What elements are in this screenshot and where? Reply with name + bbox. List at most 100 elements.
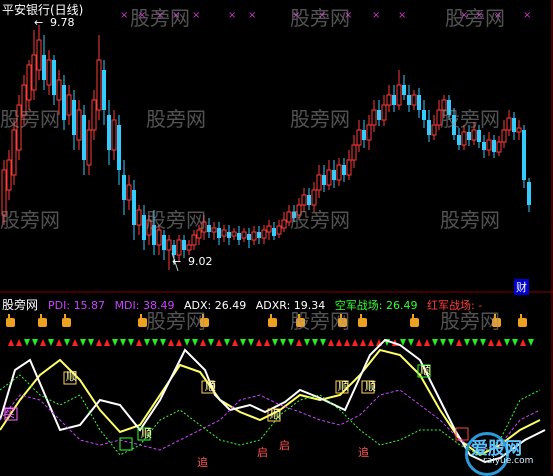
candle-body xyxy=(356,129,362,146)
candle-body xyxy=(82,115,86,160)
candle-body xyxy=(501,129,507,143)
signal-label: 顺 xyxy=(365,380,376,393)
mdi-label: MDI: xyxy=(114,299,140,312)
candle-body xyxy=(496,141,502,153)
signal-label: 顺 xyxy=(270,408,281,421)
candle-body xyxy=(482,142,486,150)
candle-body xyxy=(217,228,221,238)
candle-body xyxy=(402,85,406,95)
candle-body xyxy=(11,129,17,176)
mdi-value: 38.49 xyxy=(142,299,175,312)
red-army-label: 红军战场: xyxy=(427,299,475,312)
candle-body xyxy=(111,119,117,151)
finance-badge[interactable]: 财 xyxy=(514,279,529,295)
candle-body xyxy=(492,140,496,152)
watermark: 股旁网 xyxy=(440,208,500,232)
candle-body xyxy=(237,233,241,240)
hand-icon xyxy=(38,318,47,327)
svg-text:←: ← xyxy=(172,255,181,268)
watermark: 股旁网 xyxy=(290,6,350,30)
watermark: 股旁网 xyxy=(445,6,505,30)
candle-body xyxy=(316,174,322,191)
hand-icon-finger xyxy=(360,314,362,319)
candle-body xyxy=(322,175,326,185)
candle-body xyxy=(422,110,426,120)
hand-icon-finger xyxy=(520,314,522,319)
candle-body xyxy=(86,129,92,166)
hand-icon xyxy=(268,318,277,327)
candle-body xyxy=(311,189,317,206)
candle-body xyxy=(31,54,37,91)
candle-body xyxy=(371,109,377,126)
candle-body xyxy=(91,99,97,131)
candle-body xyxy=(276,225,282,235)
candle-body xyxy=(231,231,237,237)
candle-body xyxy=(66,94,72,116)
candle-body xyxy=(261,229,267,239)
candle-body xyxy=(326,169,332,186)
air-force-value: 26.49 xyxy=(386,299,418,312)
hand-icon-finger xyxy=(270,314,272,319)
candle-body xyxy=(176,239,182,256)
candle-body xyxy=(182,240,186,250)
candle-body xyxy=(186,244,192,251)
low-price-label: 9.02 xyxy=(188,255,213,268)
candle-body xyxy=(136,209,142,226)
candle-body xyxy=(62,85,66,120)
candle-body xyxy=(241,231,247,239)
signal-label: 顺 xyxy=(141,427,152,440)
signal-label: 追 xyxy=(358,446,369,459)
candle-body xyxy=(247,234,251,240)
x-marker: × xyxy=(192,10,200,21)
candle-body xyxy=(506,117,512,131)
candle-body xyxy=(516,127,522,133)
candle-body xyxy=(266,225,272,233)
candle-body xyxy=(396,84,402,106)
candle-body xyxy=(211,227,217,233)
candle-body xyxy=(411,94,417,106)
candle-body xyxy=(527,182,531,205)
candle-body xyxy=(72,100,76,135)
watermark: 股旁网 xyxy=(290,107,350,131)
candle-body xyxy=(522,130,526,180)
signal-label: 顺 xyxy=(205,380,216,393)
candle-body xyxy=(52,60,56,95)
hand-icon xyxy=(62,318,71,327)
hand-icon xyxy=(358,318,367,327)
candle-body xyxy=(461,131,467,146)
indicator-values-row: PDI: 15.87 MDI: 38.49 ADX: 26.49 ADXR: 1… xyxy=(48,297,482,313)
candle-body xyxy=(26,64,32,101)
candle-body xyxy=(381,104,387,121)
indicator-title: 股旁网 xyxy=(2,298,39,312)
candle-body xyxy=(351,144,357,161)
candle-body xyxy=(117,125,121,170)
candle-body xyxy=(227,232,231,238)
candle-body xyxy=(56,79,62,101)
candle-body xyxy=(346,159,352,176)
candle-body xyxy=(107,115,111,150)
candle-body xyxy=(122,175,126,200)
signal-label: 顺 xyxy=(338,380,349,393)
candle-body xyxy=(342,165,346,175)
hand-icon-finger xyxy=(64,314,66,319)
candle-body xyxy=(431,124,437,136)
candle-body xyxy=(132,190,136,225)
x-marker: × xyxy=(523,10,531,21)
candle-body xyxy=(386,94,392,106)
hand-icon-finger xyxy=(140,314,142,319)
candle-body xyxy=(207,225,211,232)
chart-canvas[interactable]: × × × × × × × × × × × × × × × × ← ← xyxy=(0,0,553,473)
signal-label: 启 xyxy=(279,439,290,452)
candle-body xyxy=(36,39,42,71)
candle-body xyxy=(251,231,257,241)
candle-body xyxy=(407,95,411,105)
candle-body xyxy=(281,219,287,229)
candle-body xyxy=(362,130,366,140)
candle-body xyxy=(417,95,421,110)
candle-body xyxy=(457,135,461,145)
candle-body xyxy=(166,239,172,251)
signal-label: 启 xyxy=(257,446,268,459)
adx-value: 26.49 xyxy=(214,299,247,312)
x-marker: × xyxy=(372,10,380,21)
hand-icon xyxy=(518,318,527,327)
